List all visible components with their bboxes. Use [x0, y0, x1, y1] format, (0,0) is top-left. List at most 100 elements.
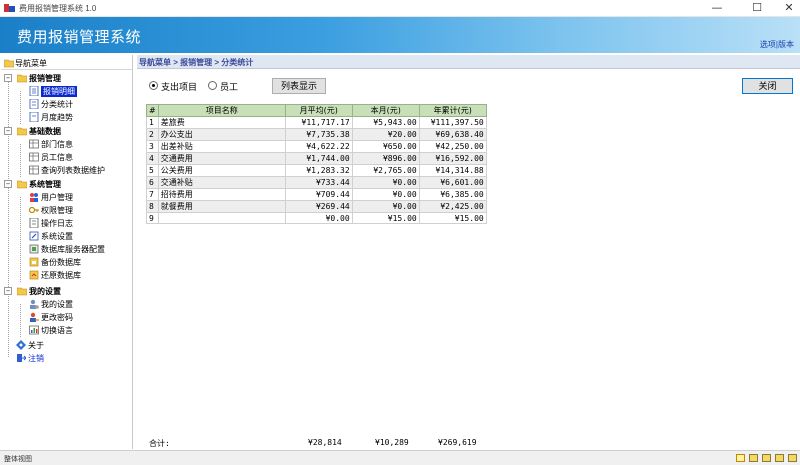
cell-index[interactable]: 7 — [146, 188, 159, 201]
cell-year-total[interactable]: ¥42,250.00 — [418, 140, 487, 153]
col-monthly-average-header[interactable]: 月平均(元) — [284, 104, 353, 117]
cell-item-name[interactable] — [157, 212, 286, 224]
language-icon — [29, 325, 39, 335]
cell-this-month[interactable]: ¥5,943.00 — [351, 116, 420, 129]
collapse-toggle[interactable]: − — [4, 180, 12, 188]
cell-monthly-average[interactable]: ¥7,735.38 — [284, 128, 353, 141]
col-this-month-header[interactable]: 本月(元) — [351, 104, 420, 117]
cell-index[interactable]: 1 — [146, 116, 159, 129]
cell-year-total[interactable]: ¥6,601.00 — [418, 176, 487, 189]
tree-item-category-stats[interactable]: 分类统计 — [29, 98, 129, 111]
radio-dot[interactable] — [149, 81, 158, 90]
layout-view-icon[interactable] — [762, 454, 771, 462]
cell-monthly-average[interactable]: ¥11,717.17 — [284, 116, 353, 129]
cell-monthly-average[interactable]: ¥1,283.32 — [284, 164, 353, 177]
cell-index[interactable]: 4 — [146, 152, 159, 165]
cell-this-month[interactable]: ¥20.00 — [351, 128, 420, 141]
close-window-button[interactable]: ✕ — [773, 0, 800, 17]
cell-monthly-average[interactable]: ¥733.44 — [284, 176, 353, 189]
cell-index[interactable]: 8 — [146, 200, 159, 213]
cell-index[interactable]: 3 — [146, 140, 159, 153]
cell-item-name[interactable]: 就餐费用 — [157, 200, 286, 213]
cell-this-month[interactable]: ¥15.00 — [351, 212, 420, 224]
cell-monthly-average[interactable]: ¥4,622.22 — [284, 140, 353, 153]
layout-view-icon[interactable] — [775, 454, 784, 462]
tree-item-switch-language[interactable]: 切换语言 — [29, 324, 129, 337]
radio-dot[interactable] — [208, 81, 217, 90]
table-row[interactable]: 3 出差补贴 ¥4,622.22 ¥650.00 ¥42,250.00 — [146, 140, 487, 153]
cell-year-total[interactable]: ¥111,397.50 — [418, 116, 487, 129]
tree-item-logout[interactable]: 注销 — [16, 352, 116, 365]
tree-item-department-info[interactable]: 部门信息 — [29, 138, 129, 151]
cell-item-name[interactable]: 交通补贴 — [157, 176, 286, 189]
cell-year-total[interactable]: ¥15.00 — [418, 212, 487, 224]
cell-year-total[interactable]: ¥69,638.40 — [418, 128, 487, 141]
cell-this-month[interactable]: ¥896.00 — [351, 152, 420, 165]
tree-item-employee-info[interactable]: 员工信息 — [29, 151, 129, 164]
tree-item-monthly-trend[interactable]: 月度趋势 — [29, 111, 129, 124]
cell-index[interactable]: 9 — [146, 212, 159, 224]
tree-item-permission-management[interactable]: 权限管理 — [29, 204, 129, 217]
layout-view-icon[interactable] — [749, 454, 758, 462]
maximize-button[interactable]: ☐ — [741, 0, 773, 17]
cell-item-name[interactable]: 办公支出 — [157, 128, 286, 141]
tree-item-expense-details[interactable]: 报销明细 — [29, 85, 129, 98]
tree-item-user-management[interactable]: 用户管理 — [29, 191, 129, 204]
tree-item-system-settings[interactable]: 系统设置 — [29, 230, 129, 243]
cell-this-month[interactable]: ¥0.00 — [351, 200, 420, 213]
cell-item-name[interactable]: 差旅费 — [157, 116, 286, 129]
cell-item-name[interactable]: 公关费用 — [157, 164, 286, 177]
table-row[interactable]: 9 ¥0.00 ¥15.00 ¥15.00 — [146, 212, 487, 224]
collapse-toggle[interactable]: − — [4, 74, 12, 82]
cell-monthly-average[interactable]: ¥709.44 — [284, 188, 353, 201]
table-row[interactable]: 2 办公支出 ¥7,735.38 ¥20.00 ¥69,638.40 — [146, 128, 487, 141]
layout-view-icon[interactable] — [736, 454, 745, 462]
col-year-total-header[interactable]: 年累计(元) — [418, 104, 487, 117]
cell-item-name[interactable]: 招待费用 — [157, 188, 286, 201]
tree-item-change-password[interactable]: 更改密码 — [29, 311, 129, 324]
table-row[interactable]: 1 差旅费 ¥11,717.17 ¥5,943.00 ¥111,397.50 — [146, 116, 487, 129]
cell-this-month[interactable]: ¥650.00 — [351, 140, 420, 153]
table-row[interactable]: 7 招待费用 ¥709.44 ¥0.00 ¥6,385.00 — [146, 188, 487, 201]
cell-this-month[interactable]: ¥0.00 — [351, 176, 420, 189]
layout-view-icon[interactable] — [788, 454, 797, 462]
cell-monthly-average[interactable]: ¥1,744.00 — [284, 152, 353, 165]
cell-monthly-average[interactable]: ¥0.00 — [284, 212, 353, 224]
cell-index[interactable]: 2 — [146, 128, 159, 141]
cell-item-name[interactable]: 出差补贴 — [157, 140, 286, 153]
cell-monthly-average[interactable]: ¥269.44 — [284, 200, 353, 213]
cell-year-total[interactable]: ¥16,592.00 — [418, 152, 487, 165]
table-row[interactable]: 5 公关费用 ¥1,283.32 ¥2,765.00 ¥14,314.88 — [146, 164, 487, 177]
radio-employee[interactable]: 员工 — [208, 80, 258, 92]
col-index-header[interactable]: # — [146, 104, 159, 117]
close-button[interactable]: 关闭 — [742, 78, 793, 94]
collapse-toggle[interactable]: − — [4, 127, 12, 135]
table-row[interactable]: 6 交通补贴 ¥733.44 ¥0.00 ¥6,601.00 — [146, 176, 487, 189]
cell-index[interactable]: 6 — [146, 176, 159, 189]
cell-year-total[interactable]: ¥14,314.88 — [418, 164, 487, 177]
tree-item-operation-log[interactable]: 操作日志 — [29, 217, 129, 230]
cell-this-month[interactable]: ¥0.00 — [351, 188, 420, 201]
table-row[interactable]: 8 就餐费用 ¥269.44 ¥0.00 ¥2,425.00 — [146, 200, 487, 213]
cell-year-total[interactable]: ¥2,425.00 — [418, 200, 487, 213]
tree-item-about[interactable]: 关于 — [16, 339, 116, 352]
tree-item-restore-database[interactable]: 还原数据库 — [29, 269, 129, 282]
col-item-name-header[interactable]: 项目名称 — [157, 104, 286, 117]
tree-item-db-server-config[interactable]: 数据库服务器配置 — [29, 243, 133, 256]
tree-item-list-data-maintenance[interactable]: 查询列表数据维护 — [29, 164, 133, 177]
cell-year-total[interactable]: ¥6,385.00 — [418, 188, 487, 201]
list-display-button[interactable]: 列表显示 — [272, 78, 326, 94]
tree-item-backup-database[interactable]: 备份数据库 — [29, 256, 129, 269]
tree-group-basic-data[interactable]: − 基础数据 — [4, 125, 132, 138]
collapse-toggle[interactable]: − — [4, 287, 12, 295]
table-row[interactable]: 4 交通费用 ¥1,744.00 ¥896.00 ¥16,592.00 — [146, 152, 487, 165]
options-version-link[interactable]: 选项|版本 — [760, 39, 794, 50]
cell-index[interactable]: 5 — [146, 164, 159, 177]
tree-group-system-management[interactable]: − 系统管理 — [4, 178, 132, 191]
minimize-button[interactable]: — — [701, 0, 733, 17]
tree-item-my-settings[interactable]: 我的设置 — [29, 298, 129, 311]
tree-group-my-settings[interactable]: − 我的设置 — [4, 285, 132, 298]
tree-group-expense-management[interactable]: − 报销管理 — [4, 72, 132, 85]
cell-this-month[interactable]: ¥2,765.00 — [351, 164, 420, 177]
cell-item-name[interactable]: 交通费用 — [157, 152, 286, 165]
